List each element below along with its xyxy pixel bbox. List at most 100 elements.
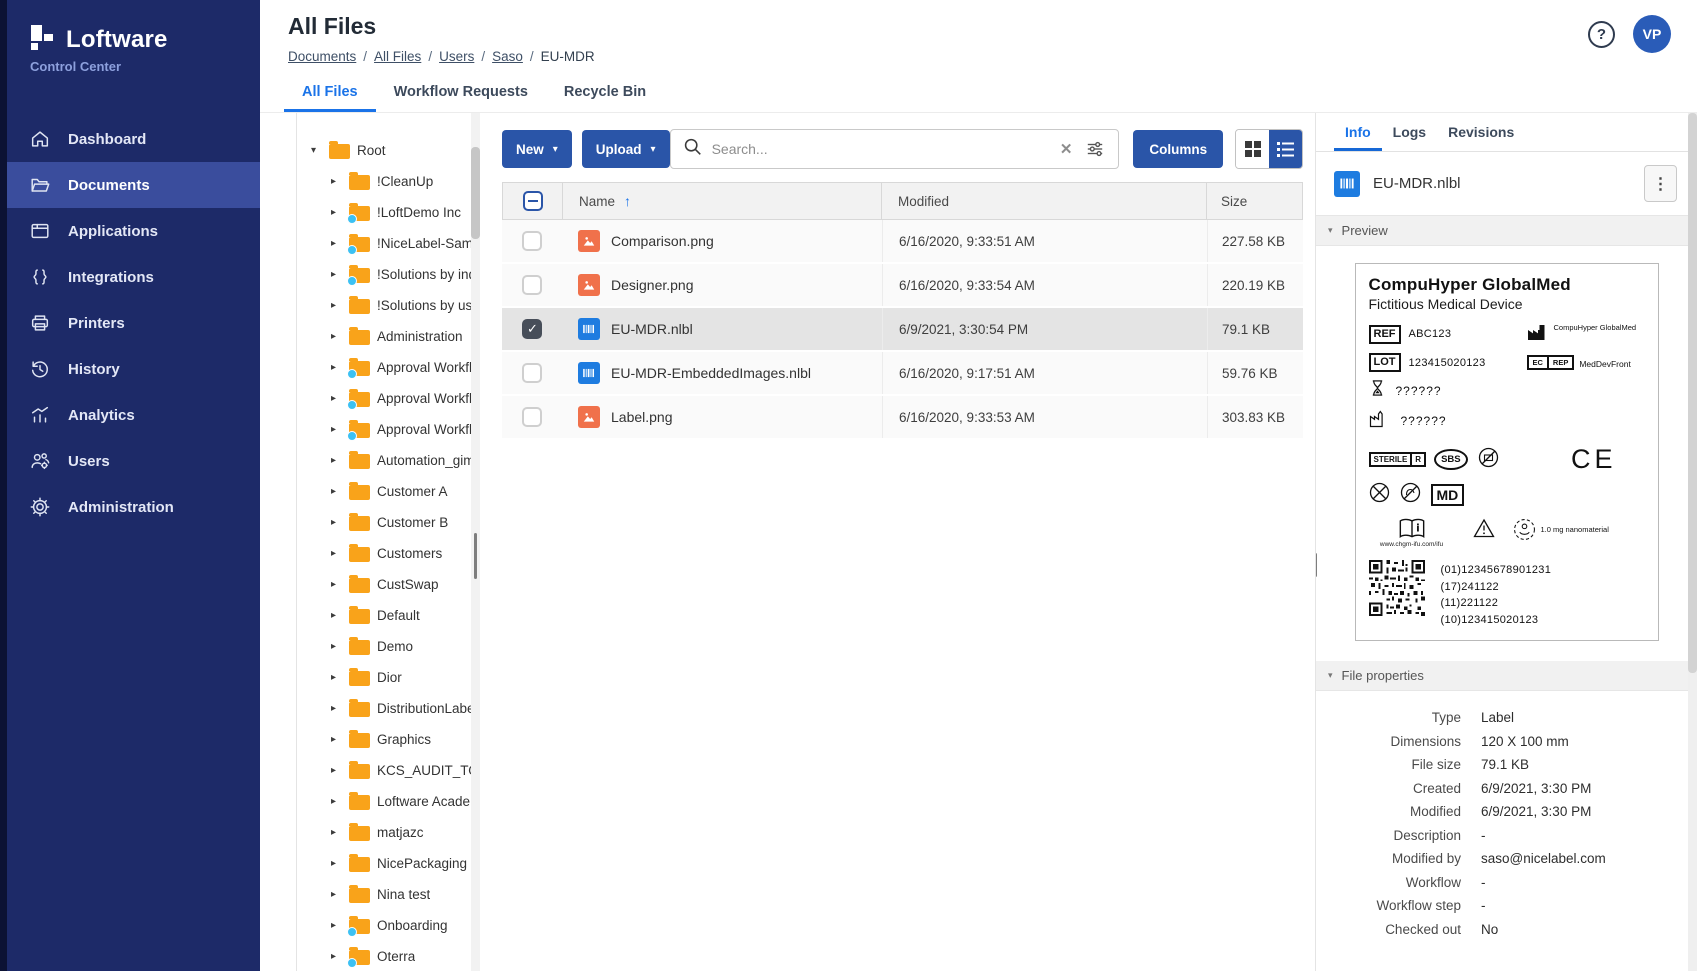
tree-node[interactable]: Loftware Academy — [331, 786, 480, 817]
tree-caret-icon[interactable] — [331, 951, 342, 962]
column-header-size[interactable]: Size — [1207, 183, 1302, 219]
breadcrumb-link[interactable]: EU-MDR — [541, 49, 595, 64]
column-header-name[interactable]: Name — [579, 194, 615, 209]
table-row[interactable]: Label.png 6/16/2020, 9:33:53 AM 303.83 K… — [502, 396, 1303, 440]
breadcrumb-link[interactable]: All Files — [374, 49, 421, 64]
upload-button[interactable]: Upload ▾ — [581, 130, 670, 168]
sidebar-item-users[interactable]: Users — [0, 438, 260, 484]
row-checkbox[interactable] — [522, 231, 542, 251]
tree-caret-icon[interactable] — [311, 145, 322, 156]
tree-caret-icon[interactable] — [331, 548, 342, 559]
tree-node[interactable]: Approval Workflo... — [331, 383, 480, 414]
tree-node[interactable]: Customers — [331, 538, 480, 569]
tree-node[interactable]: Root — [311, 135, 480, 166]
columns-button[interactable]: Columns — [1133, 130, 1224, 168]
details-splitter-handle[interactable] — [1316, 553, 1317, 577]
tree-caret-icon[interactable] — [331, 517, 342, 528]
tree-node[interactable]: Demo — [331, 631, 480, 662]
tree-caret-icon[interactable] — [331, 703, 342, 714]
row-checkbox[interactable] — [522, 407, 542, 427]
tree-node[interactable]: !Solutions by indu... — [331, 259, 480, 290]
tree-caret-icon[interactable] — [331, 362, 342, 373]
sidebar-item-analytics[interactable]: Analytics — [0, 392, 260, 438]
tree-node[interactable]: Graphics — [331, 724, 480, 755]
sidebar-item-applications[interactable]: Applications — [0, 208, 260, 254]
details-scrollbar-thumb[interactable] — [1688, 113, 1697, 673]
tree-node[interactable]: CustSwap — [331, 569, 480, 600]
breadcrumb-link[interactable]: Saso — [492, 49, 523, 64]
tree-caret-icon[interactable] — [331, 207, 342, 218]
tree-caret-icon[interactable] — [331, 796, 342, 807]
sidebar-item-integrations[interactable]: Integrations — [0, 254, 260, 300]
tree-node[interactable]: Administration — [331, 321, 480, 352]
tree-node[interactable]: Onboarding — [331, 910, 480, 941]
table-row[interactable]: Comparison.png 6/16/2020, 9:33:51 AM 227… — [502, 220, 1303, 264]
details-tab[interactable]: Revisions — [1437, 113, 1525, 151]
tree-node[interactable]: Oterra — [331, 941, 480, 971]
tree-caret-icon[interactable] — [331, 827, 342, 838]
tree-node[interactable]: Approval Workflo... — [331, 414, 480, 445]
tree-scrollbar-thumb[interactable] — [471, 147, 480, 239]
breadcrumb-link[interactable]: Users — [439, 49, 474, 64]
column-header-modified[interactable]: Modified — [882, 183, 1207, 219]
sidebar-item-printers[interactable]: Printers — [0, 300, 260, 346]
tree-caret-icon[interactable] — [331, 176, 342, 187]
tree-caret-icon[interactable] — [331, 858, 342, 869]
tree-splitter-handle[interactable] — [474, 533, 477, 579]
tree-caret-icon[interactable] — [331, 300, 342, 311]
row-checkbox[interactable] — [522, 363, 542, 383]
tree-caret-icon[interactable] — [331, 269, 342, 280]
list-view-icon[interactable] — [1269, 130, 1302, 168]
tree-node[interactable]: !LoftDemo Inc — [331, 197, 480, 228]
tree-node[interactable]: KCS_AUDIT_TOOL... — [331, 755, 480, 786]
sort-asc-icon[interactable]: ↑ — [624, 193, 631, 209]
row-checkbox[interactable] — [522, 319, 542, 339]
details-scrollbar-track[interactable] — [1688, 113, 1697, 971]
tree-node[interactable]: Automation_gimi... — [331, 445, 480, 476]
table-row[interactable]: Designer.png 6/16/2020, 9:33:54 AM 220.1… — [502, 264, 1303, 308]
tree-node[interactable]: DistributionLabels — [331, 693, 480, 724]
grid-view-icon[interactable] — [1236, 130, 1270, 168]
preview-section-header[interactable]: ▾ Preview — [1316, 216, 1697, 246]
tree-node[interactable]: NicePackaging — [331, 848, 480, 879]
tree-caret-icon[interactable] — [331, 331, 342, 342]
search-input[interactable] — [711, 141, 1048, 157]
kebab-menu-icon[interactable]: ⋮ — [1644, 165, 1677, 202]
tree-caret-icon[interactable] — [331, 424, 342, 435]
select-all-checkbox[interactable] — [522, 191, 543, 211]
tree-node[interactable]: Dior — [331, 662, 480, 693]
tree-caret-icon[interactable] — [331, 889, 342, 900]
tab[interactable]: Workflow Requests — [376, 72, 546, 112]
details-tab[interactable]: Logs — [1382, 113, 1437, 151]
breadcrumb-link[interactable]: Documents — [288, 49, 356, 64]
sidebar-item-history[interactable]: History — [0, 346, 260, 392]
tree-caret-icon[interactable] — [331, 455, 342, 466]
tree-caret-icon[interactable] — [331, 238, 342, 249]
tree-node[interactable]: !CleanUp — [331, 166, 480, 197]
tree-caret-icon[interactable] — [331, 672, 342, 683]
tree-caret-icon[interactable] — [331, 765, 342, 776]
tab[interactable]: All Files — [284, 72, 376, 112]
tree-node[interactable]: !NiceLabel-Samples — [331, 228, 480, 259]
row-checkbox[interactable] — [522, 275, 542, 295]
tree-caret-icon[interactable] — [331, 393, 342, 404]
tree-caret-icon[interactable] — [331, 486, 342, 497]
tree-node[interactable]: Customer A — [331, 476, 480, 507]
tree-node[interactable]: Nina test — [331, 879, 480, 910]
sidebar-item-dashboard[interactable]: Dashboard — [0, 116, 260, 162]
tab[interactable]: Recycle Bin — [546, 72, 664, 112]
tree-caret-icon[interactable] — [331, 641, 342, 652]
clear-search-icon[interactable]: ✕ — [1058, 140, 1075, 158]
tree-node[interactable]: matjazc — [331, 817, 480, 848]
tree-node[interactable]: !Solutions by use ... — [331, 290, 480, 321]
help-icon[interactable]: ? — [1588, 20, 1615, 48]
tree-node[interactable]: Customer B — [331, 507, 480, 538]
new-button[interactable]: New ▾ — [502, 130, 572, 168]
details-tab[interactable]: Info — [1334, 113, 1382, 151]
avatar[interactable]: VP — [1633, 15, 1671, 53]
tree-caret-icon[interactable] — [331, 579, 342, 590]
tree-node[interactable]: Approval Workflo... — [331, 352, 480, 383]
sidebar-item-administration[interactable]: Administration — [0, 484, 260, 530]
file-properties-section-header[interactable]: ▾ File properties — [1316, 661, 1697, 691]
tree-caret-icon[interactable] — [331, 610, 342, 621]
